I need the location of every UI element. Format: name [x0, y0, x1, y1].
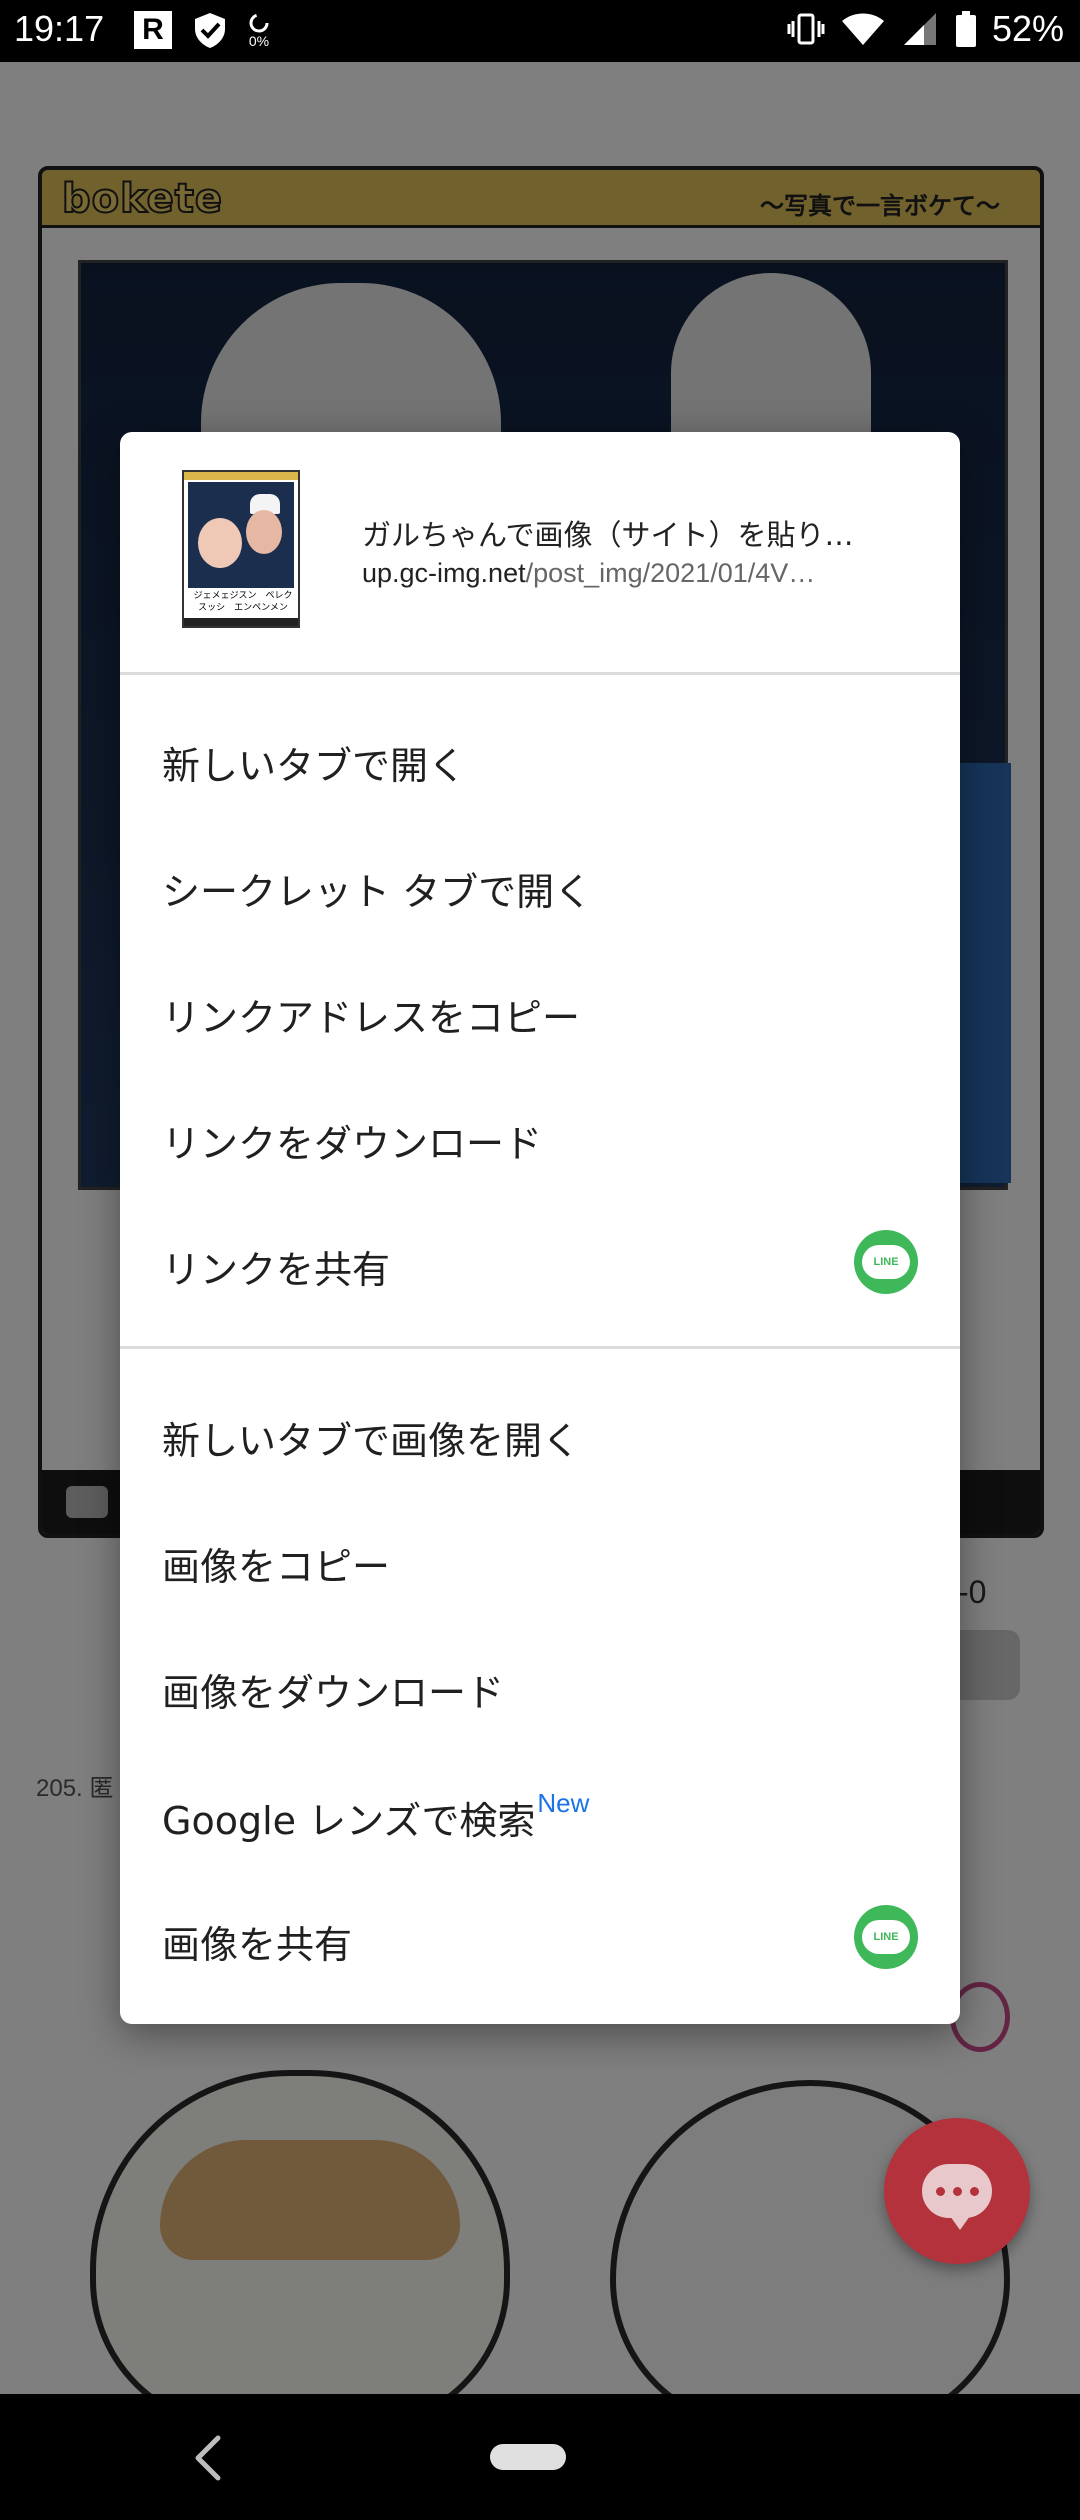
- back-icon[interactable]: [184, 2430, 234, 2486]
- thumbnail-photo: [188, 482, 294, 588]
- line-label: LINE: [862, 1920, 910, 1954]
- menu-item-label: 画像をダウンロード: [162, 1671, 505, 1715]
- menu-item-label: 新しいタブで画像を開く: [162, 1419, 581, 1463]
- menu-item-label: 画像を共有: [162, 1923, 353, 1967]
- wifi-icon: [841, 13, 884, 45]
- menu-item-label: リンクアドレスをコピー: [162, 996, 581, 1040]
- menu-item-download-link[interactable]: リンクをダウンロード: [120, 1075, 960, 1201]
- battery-percent: 52%: [991, 8, 1064, 49]
- context-menu-header: ジェメェジスン ペレクスッシ エンペンメン ガルちゃんで画像（サイト）を貼り… …: [120, 432, 960, 672]
- battery-icon: [955, 11, 976, 47]
- navigation-bar: [0, 2394, 1080, 2520]
- link-url: up.gc-img.net/post_img/2021/01/4V…: [362, 558, 922, 589]
- menu-item-google-lens-search[interactable]: Google レンズで検索New: [120, 1750, 960, 1876]
- link-title: ガルちゃんで画像（サイト）を貼り…: [362, 518, 854, 552]
- home-pill-button[interactable]: [490, 2444, 566, 2470]
- status-time: 19:17: [14, 8, 105, 49]
- link-url-host: up.gc-img.net: [362, 558, 526, 588]
- menu-item-open-image-new-tab[interactable]: 新しいタブで画像を開く: [120, 1372, 960, 1498]
- r-badge-icon: R: [134, 11, 172, 49]
- chat-bubble-icon: [922, 2164, 992, 2230]
- menu-item-share-image[interactable]: 画像を共有 LINE: [120, 1876, 960, 2002]
- menu-divider: [120, 1346, 960, 1349]
- chat-fab-button[interactable]: [884, 2118, 1030, 2264]
- menu-item-label: リンクをダウンロード: [162, 1122, 543, 1166]
- menu-item-download-image[interactable]: 画像をダウンロード: [120, 1624, 960, 1750]
- line-app-icon[interactable]: LINE: [854, 1230, 918, 1294]
- status-bar: 19:17 R 0% 52%: [0, 0, 1080, 62]
- line-label: LINE: [862, 1245, 910, 1279]
- menu-item-open-new-tab[interactable]: 新しいタブで開く: [120, 697, 960, 823]
- link-url-path: /post_img/2021/01/4V…: [525, 558, 816, 588]
- menu-divider: [120, 672, 960, 675]
- menu-item-copy-image[interactable]: 画像をコピー: [120, 1498, 960, 1624]
- data-saver-icon: 0%: [248, 12, 270, 48]
- status-right-icons: 52%: [786, 8, 1064, 50]
- menu-item-label: Google レンズで検索New: [162, 1788, 589, 1845]
- menu-item-label: リンクを共有: [162, 1248, 391, 1292]
- menu-item-open-incognito-tab[interactable]: シークレット タブで開く: [120, 823, 960, 949]
- thumbnail-caption: ジェメェジスン ペレクスッシ エンペンメン: [193, 591, 293, 613]
- status-left-icons: R 0%: [134, 10, 270, 50]
- menu-item-copy-link-address[interactable]: リンクアドレスをコピー: [120, 949, 960, 1075]
- data-saver-percent: 0%: [248, 33, 270, 49]
- cell-signal-icon: [903, 13, 936, 45]
- vibrate-icon: [787, 13, 825, 45]
- menu-item-label: シークレット タブで開く: [162, 870, 593, 914]
- new-badge: New: [537, 1788, 590, 1818]
- shield-check-icon: [195, 13, 225, 48]
- google-lens-label: Google レンズで検索: [162, 1799, 536, 1843]
- menu-item-label: 新しいタブで開く: [162, 744, 467, 788]
- line-app-icon[interactable]: LINE: [854, 1905, 918, 1969]
- menu-item-label: 画像をコピー: [162, 1545, 391, 1589]
- menu-item-share-link[interactable]: リンクを共有 LINE: [120, 1201, 960, 1327]
- context-menu-dialog: ジェメェジスン ペレクスッシ エンペンメン ガルちゃんで画像（サイト）を貼り… …: [120, 432, 960, 2024]
- image-thumbnail: ジェメェジスン ペレクスッシ エンペンメン: [182, 470, 300, 628]
